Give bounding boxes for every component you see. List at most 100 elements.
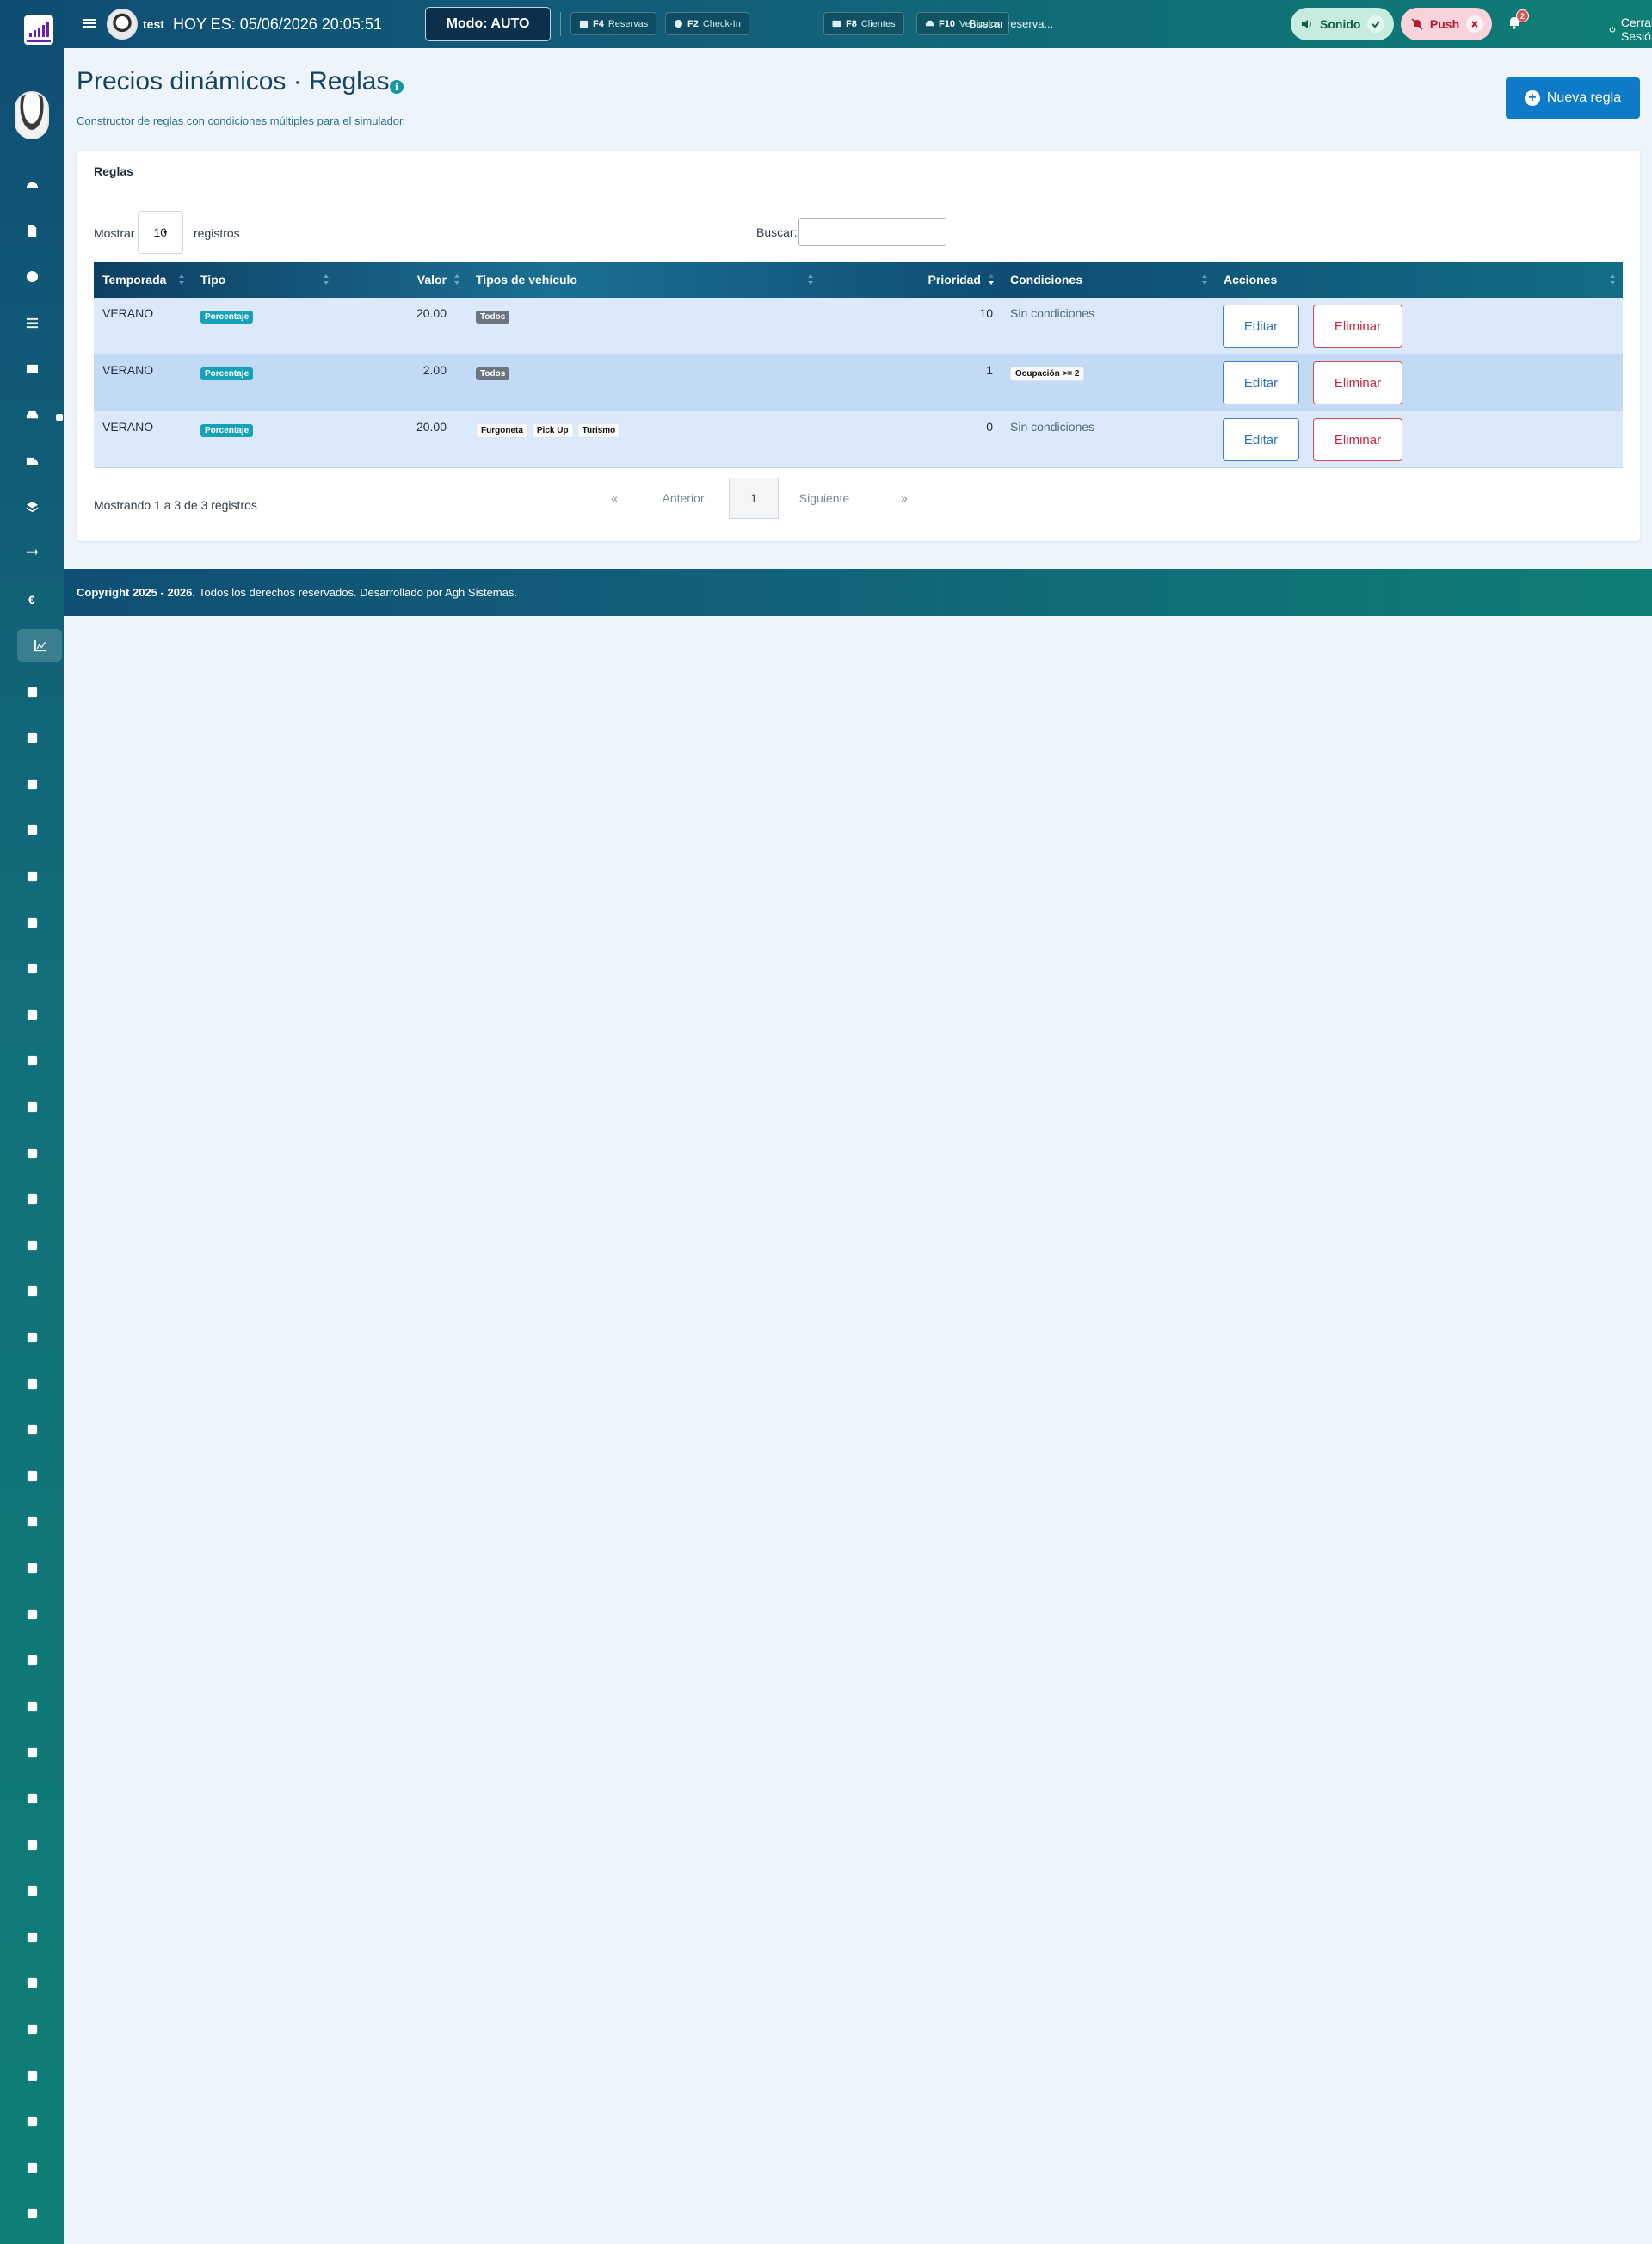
list-check-icon[interactable]	[22, 2066, 41, 2085]
app-logo[interactable]	[24, 15, 53, 45]
shortcut-reservas[interactable]: F4 Reservas	[570, 12, 657, 35]
close-icon	[1466, 15, 1483, 33]
server-icon[interactable]	[22, 1973, 41, 1992]
check-icon[interactable]	[22, 1097, 41, 1116]
truck-icon[interactable]	[22, 452, 41, 471]
col-acciones[interactable]: Acciones	[1215, 262, 1623, 298]
calendar-check-icon[interactable]	[22, 728, 41, 747]
edit-button[interactable]: Editar	[1223, 418, 1299, 461]
invoice-icon[interactable]	[22, 1236, 41, 1255]
user-icon[interactable]	[22, 1605, 41, 1624]
edit-button[interactable]: Editar	[1223, 361, 1299, 404]
settings-users-icon[interactable]	[22, 1374, 41, 1393]
calendar-x-icon[interactable]	[22, 774, 41, 793]
user-shield-icon[interactable]	[22, 1835, 41, 1854]
menu-toggle-icon[interactable]	[83, 16, 96, 30]
shortcut-checkin[interactable]: F2 Check-In	[665, 12, 749, 35]
push-toggle[interactable]: Push	[1401, 8, 1492, 40]
car-icon[interactable]	[22, 405, 41, 424]
pager-last[interactable]: »	[896, 478, 913, 519]
bank-icon[interactable]	[22, 1697, 41, 1716]
list-ul-icon[interactable]	[22, 1466, 41, 1485]
sort-icon	[323, 274, 330, 286]
col-condiciones[interactable]: Condiciones	[1002, 262, 1215, 298]
cell-condiciones: Sin condiciones	[1010, 306, 1095, 320]
document-icon[interactable]	[22, 913, 41, 932]
col-tipo[interactable]: Tipo	[192, 262, 336, 298]
col-temporada[interactable]: Temporada	[94, 262, 192, 298]
code-icon[interactable]	[22, 2111, 41, 2130]
reservation-search-input[interactable]	[965, 12, 1206, 35]
sound-toggle[interactable]: Sonido	[1291, 8, 1394, 40]
chart-icon[interactable]	[17, 629, 62, 662]
shield-icon[interactable]	[22, 1881, 41, 1900]
volume-icon[interactable]	[22, 1005, 41, 1024]
table-search-input[interactable]	[798, 218, 946, 246]
id-card-icon[interactable]	[22, 359, 41, 378]
video-icon[interactable]	[22, 1742, 41, 1761]
list-icon[interactable]	[22, 313, 41, 332]
cell-valor: 2.00	[422, 363, 447, 377]
book-icon[interactable]	[22, 1789, 41, 1808]
building-icon[interactable]	[22, 820, 41, 839]
broadcast-icon[interactable]	[22, 2158, 41, 2177]
cogs-icon[interactable]	[22, 1650, 41, 1669]
shortcut-key: F8	[846, 18, 857, 29]
col-label: Valor	[416, 273, 447, 287]
col-valor[interactable]: Valor	[336, 262, 467, 298]
col-tipos-vehiculo[interactable]: Tipos de vehículo	[467, 262, 821, 298]
mode-indicator[interactable]: Modo: AUTO	[425, 7, 551, 41]
pager-prev[interactable]: Anterior	[653, 478, 713, 519]
nodes-icon[interactable]	[22, 1927, 41, 1946]
printer-icon[interactable]	[22, 1189, 41, 1208]
help-icon[interactable]	[22, 267, 41, 286]
cell-temporada: VERANO	[102, 306, 154, 320]
file-icon[interactable]	[22, 221, 41, 240]
topbar-avatar[interactable]	[107, 9, 138, 40]
col-label: Prioridad	[928, 273, 981, 287]
sound-label: Sonido	[1320, 17, 1361, 31]
logout-button[interactable]: Cerrar Sesión	[1609, 15, 1652, 43]
new-rule-button[interactable]: + Nueva regla	[1506, 77, 1640, 119]
power-icon[interactable]	[22, 2204, 41, 2222]
push-label: Push	[1429, 17, 1460, 31]
delete-button[interactable]: Eliminar	[1313, 418, 1402, 461]
database-icon[interactable]	[22, 1512, 41, 1531]
notifications-badge: 2	[1516, 9, 1529, 22]
edit-button[interactable]: Editar	[1223, 305, 1299, 348]
page-length-select[interactable]: 10 ▾	[138, 211, 183, 254]
calendar-icon[interactable]	[22, 682, 41, 701]
col-label: Tipo	[200, 273, 226, 287]
shortcut-clientes[interactable]: F8 Clientes	[823, 12, 904, 35]
username: test	[143, 17, 164, 31]
page-title: Precios dinámicos · Reglas	[77, 67, 390, 96]
parking-icon[interactable]	[22, 1051, 41, 1070]
table-row: VERANO Porcentaje 20.00 Todos 10 Sin con…	[94, 298, 1623, 354]
exchange-icon[interactable]	[22, 544, 41, 563]
user-avatar[interactable]	[15, 91, 49, 139]
users-icon[interactable]	[22, 1281, 41, 1300]
delete-button[interactable]: Eliminar	[1313, 305, 1402, 348]
sign-out-icon[interactable]	[22, 1144, 41, 1162]
sort-desc-icon	[988, 274, 995, 286]
dashboard-icon[interactable]	[22, 175, 41, 194]
pager-first[interactable]: «	[606, 478, 623, 519]
euro-icon[interactable]: €	[22, 589, 41, 608]
layers-icon[interactable]	[22, 497, 41, 516]
box-icon[interactable]	[22, 1420, 41, 1439]
cell-valor: 20.00	[416, 420, 447, 434]
bell-icon[interactable]	[22, 1558, 41, 1577]
shortcut-key: F4	[593, 18, 604, 29]
sitemap-icon[interactable]	[22, 2019, 41, 2038]
delete-button[interactable]: Eliminar	[1313, 361, 1402, 404]
pager-current[interactable]: 1	[729, 478, 779, 519]
info-icon[interactable]: i	[390, 80, 404, 94]
credit-card-icon[interactable]	[22, 866, 41, 885]
col-prioridad[interactable]: Prioridad	[821, 262, 1002, 298]
pager-next[interactable]: Siguiente	[792, 478, 856, 519]
cell-prioridad: 10	[979, 306, 993, 320]
clock-icon[interactable]	[22, 1328, 41, 1347]
vehicle-badge: Todos	[476, 311, 510, 324]
condition-badge: Ocupación >= 2	[1010, 367, 1085, 381]
camera-icon[interactable]	[22, 959, 41, 977]
